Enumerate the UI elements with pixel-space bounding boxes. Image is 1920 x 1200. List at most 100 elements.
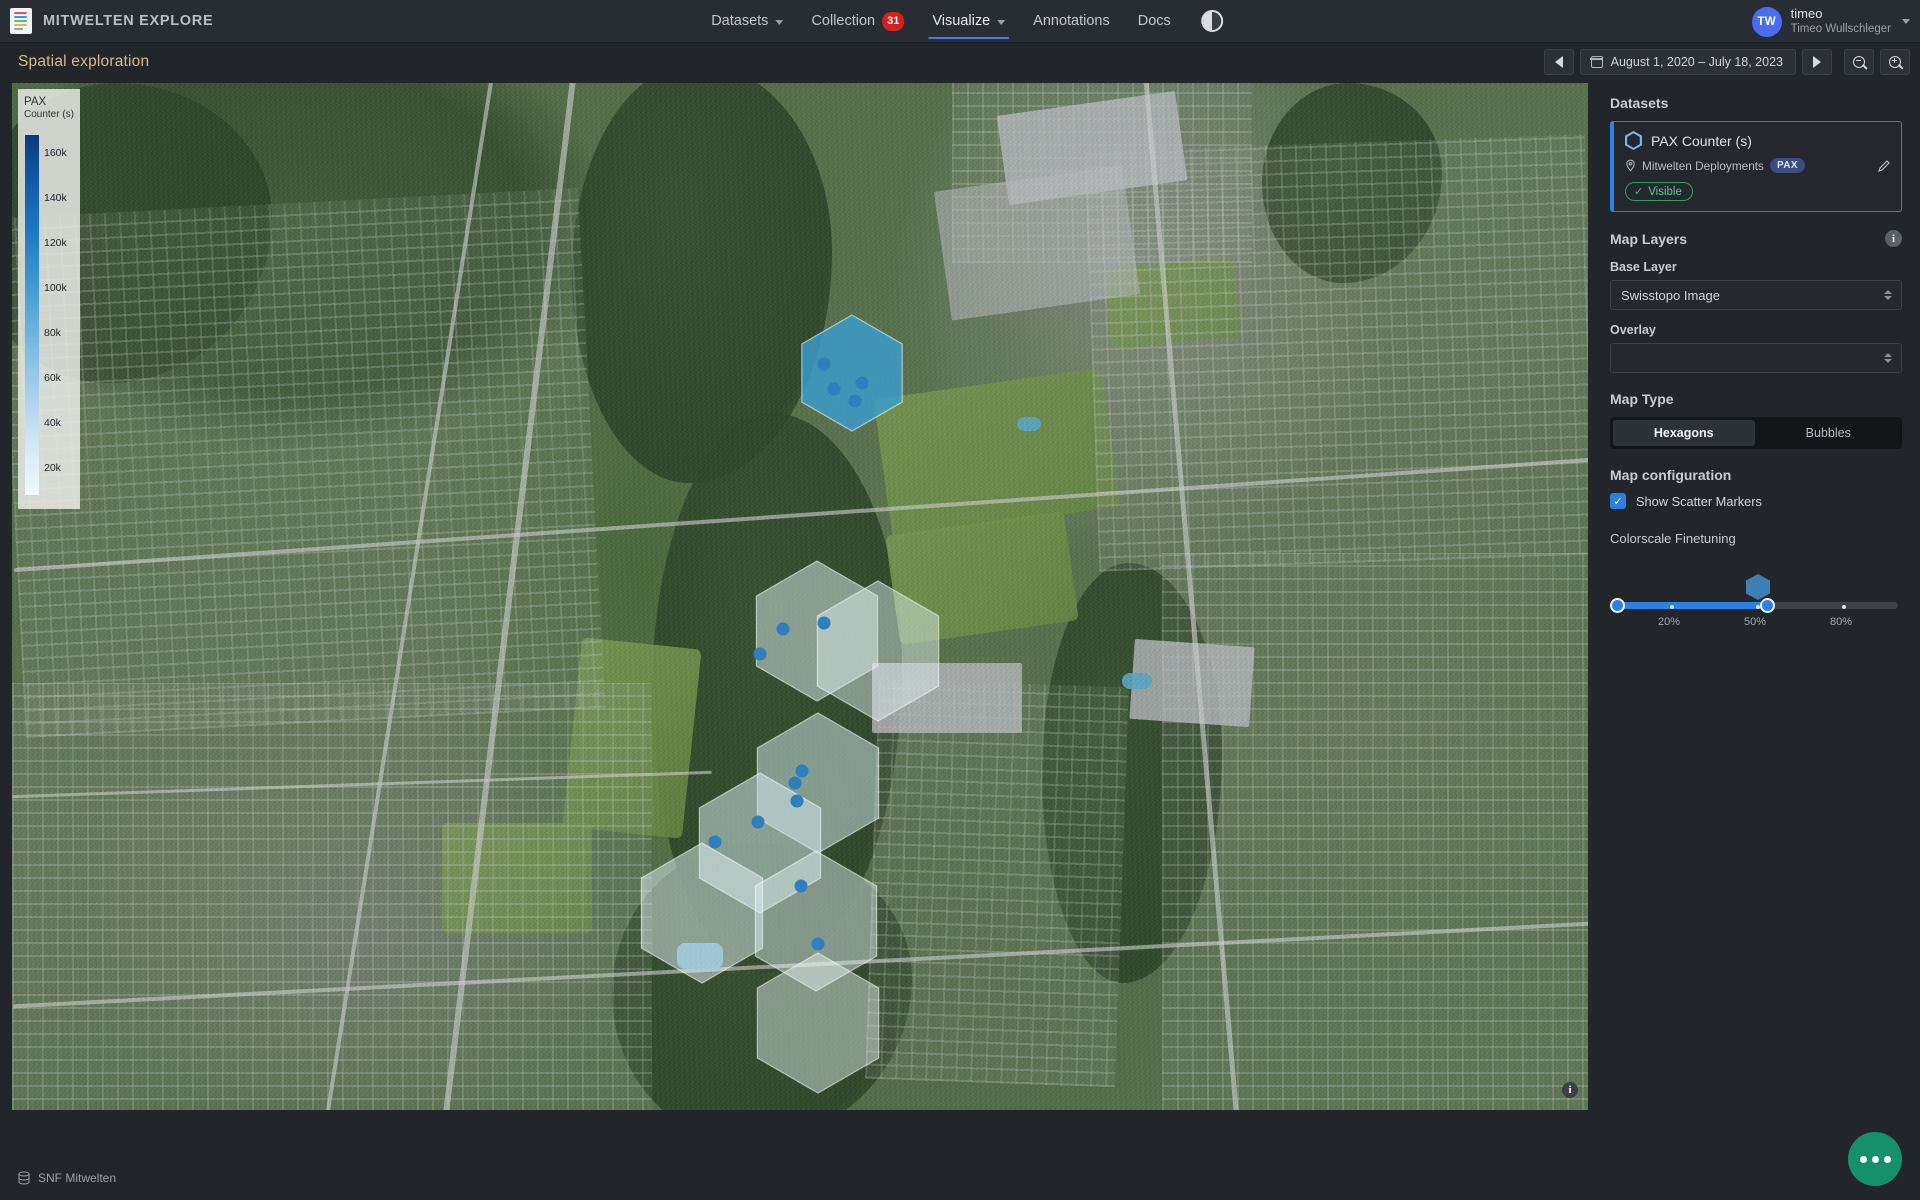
top-navigation-bar: MITWELTEN EXPLORE Datasets Collection 31… [0, 0, 1920, 43]
map-type-heading: Map Type [1610, 391, 1902, 407]
map-pin-icon [1626, 159, 1635, 172]
legend-tick: 80k [44, 327, 61, 339]
slider-handle-min[interactable] [1610, 598, 1625, 613]
chevron-updown-icon [1884, 353, 1892, 363]
legend-tick: 160k [44, 147, 67, 159]
database-icon [18, 1171, 30, 1185]
date-range-picker[interactable]: August 1, 2020 – July 18, 2023 [1579, 49, 1796, 75]
chevron-right-icon [1813, 56, 1821, 68]
slider-fill [1614, 602, 1770, 609]
legend-title: PAX [24, 96, 47, 108]
nav-item-docs[interactable]: Docs [1124, 0, 1185, 43]
nav-item-annotations[interactable]: Annotations [1019, 0, 1124, 43]
sub-header: Spatial exploration August 1, 2020 – Jul… [0, 43, 1920, 81]
chevron-left-icon [1554, 56, 1563, 68]
dataset-deployment: Mitwelten Deployments [1642, 158, 1764, 173]
nav-label: Datasets [711, 13, 769, 29]
map-canvas[interactable]: PAX Counter (s) 160k 140k 120k 100k 80k 60k 40… [12, 83, 1588, 1110]
nav-item-visualize[interactable]: Visualize [918, 0, 1019, 43]
base-layer-value: Swisstopo Image [1621, 287, 1720, 303]
next-period-button[interactable] [1802, 49, 1832, 75]
footer-text: SNF Mitwelten [38, 1171, 117, 1185]
colorscale-slider[interactable]: 20% 50% 80% [1610, 574, 1902, 640]
legend-tick: 120k [44, 237, 67, 249]
nav-item-datasets[interactable]: Datasets [697, 0, 797, 43]
slider-tick-label: 20% [1658, 616, 1681, 628]
legend-tick: 140k [44, 192, 67, 204]
slider-tick-label: 50% [1744, 616, 1767, 628]
magnifier-minus-icon [1852, 55, 1866, 69]
legend-tick-labels: 160k 140k 120k 100k 80k 60k 40k 20k [44, 135, 80, 495]
satellite-imagery [12, 83, 1588, 1110]
legend-tick: 40k [44, 417, 61, 429]
info-icon[interactable]: i [1885, 230, 1902, 247]
user-fullname: Timeo Wullschleger [1790, 23, 1891, 36]
footer: SNF Mitwelten [0, 1156, 1920, 1200]
slider-tick-dot [1842, 604, 1846, 609]
slider-hexagon-preview [1746, 574, 1770, 600]
previous-period-button[interactable] [1543, 49, 1574, 75]
map-layers-heading: Map Layers i [1610, 230, 1902, 247]
slider-handle-max[interactable] [1760, 598, 1775, 613]
document-lines-icon [10, 8, 32, 34]
nav-label: Visualize [932, 13, 991, 29]
avatar: TW [1751, 6, 1782, 37]
user-menu[interactable]: TW timeo Timeo Wullschleger [1751, 0, 1910, 43]
hexagon-icon [1625, 131, 1642, 150]
map-configuration-heading: Map configuration [1610, 467, 1902, 483]
ellipsis-icon[interactable] [1848, 1132, 1902, 1186]
calendar-icon [1590, 56, 1604, 68]
dataset-name: PAX Counter (s) [1651, 132, 1752, 149]
zoom-in-button[interactable] [1880, 49, 1910, 75]
chevron-updown-icon [1884, 290, 1892, 300]
contrast-icon[interactable] [1200, 10, 1223, 32]
show-scatter-markers-row[interactable]: ✓ Show Scatter Markers [1610, 493, 1902, 509]
dataset-tag: PAX [1769, 158, 1805, 173]
legend-subtitle: Counter (s) [24, 109, 75, 121]
nav-label: Collection [811, 13, 876, 29]
overlay-select[interactable] [1610, 343, 1902, 373]
brand-title: MITWELTEN EXPLORE [43, 13, 214, 29]
info-icon[interactable]: i [1562, 1082, 1578, 1098]
slider-tick-label: 80% [1830, 616, 1853, 628]
map-type-bubbles[interactable]: Bubbles [1758, 420, 1900, 446]
brand[interactable]: MITWELTEN EXPLORE [0, 8, 213, 34]
map-type-hexagons[interactable]: Hexagons [1613, 420, 1755, 446]
base-layer-label: Base Layer [1610, 260, 1677, 274]
datasets-heading: Datasets [1610, 95, 1902, 111]
date-range-controls: August 1, 2020 – July 18, 2023 [1543, 49, 1910, 75]
date-range-value: August 1, 2020 – July 18, 2023 [1610, 55, 1783, 69]
pencil-icon[interactable] [1877, 159, 1891, 173]
map-type-label: Map Type [1610, 391, 1674, 407]
chevron-down-icon [775, 19, 784, 25]
user-username: timeo [1790, 6, 1823, 22]
zoom-out-button[interactable] [1844, 49, 1874, 75]
dataset-visibility-toggle[interactable]: ✓ Visible [1625, 182, 1693, 201]
base-layer-select[interactable]: Swisstopo Image [1610, 280, 1902, 310]
show-scatter-markers-label: Show Scatter Markers [1636, 493, 1762, 509]
legend-colorbar [25, 135, 39, 495]
page-title: Spatial exploration [18, 53, 150, 70]
nav-item-collection[interactable]: Collection 31 [797, 0, 918, 43]
chevron-down-icon [997, 19, 1006, 25]
main-nav: Datasets Collection 31 Visualize Annotat… [697, 0, 1223, 43]
map-configuration-label: Map configuration [1610, 467, 1732, 483]
overlay-label: Overlay [1610, 323, 1656, 337]
check-icon: ✓ [1634, 186, 1644, 198]
nav-label: Annotations [1033, 13, 1110, 29]
legend-tick: 100k [44, 282, 67, 294]
magnifier-plus-icon [1888, 55, 1902, 69]
map-legend: PAX Counter (s) 160k 140k 120k 100k 80k 60k 40… [18, 89, 80, 509]
map-type-segmented-control: Hexagons Bubbles [1610, 417, 1902, 449]
show-scatter-markers-checkbox[interactable]: ✓ [1610, 493, 1626, 509]
slider-tick-dot [1670, 604, 1674, 609]
datasets-heading-label: Datasets [1610, 95, 1669, 111]
colorscale-label: Colorscale Finetuning [1610, 531, 1736, 546]
nav-label: Docs [1137, 13, 1171, 29]
legend-tick: 20k [44, 462, 61, 474]
right-sidebar: Datasets PAX Counter (s) Mitwelten Deplo… [1592, 81, 1920, 1156]
legend-tick: 60k [44, 372, 61, 384]
chevron-down-icon [1902, 19, 1910, 24]
collection-badge: 31 [882, 11, 905, 31]
dataset-card[interactable]: PAX Counter (s) Mitwelten Deployments PA… [1610, 121, 1902, 212]
